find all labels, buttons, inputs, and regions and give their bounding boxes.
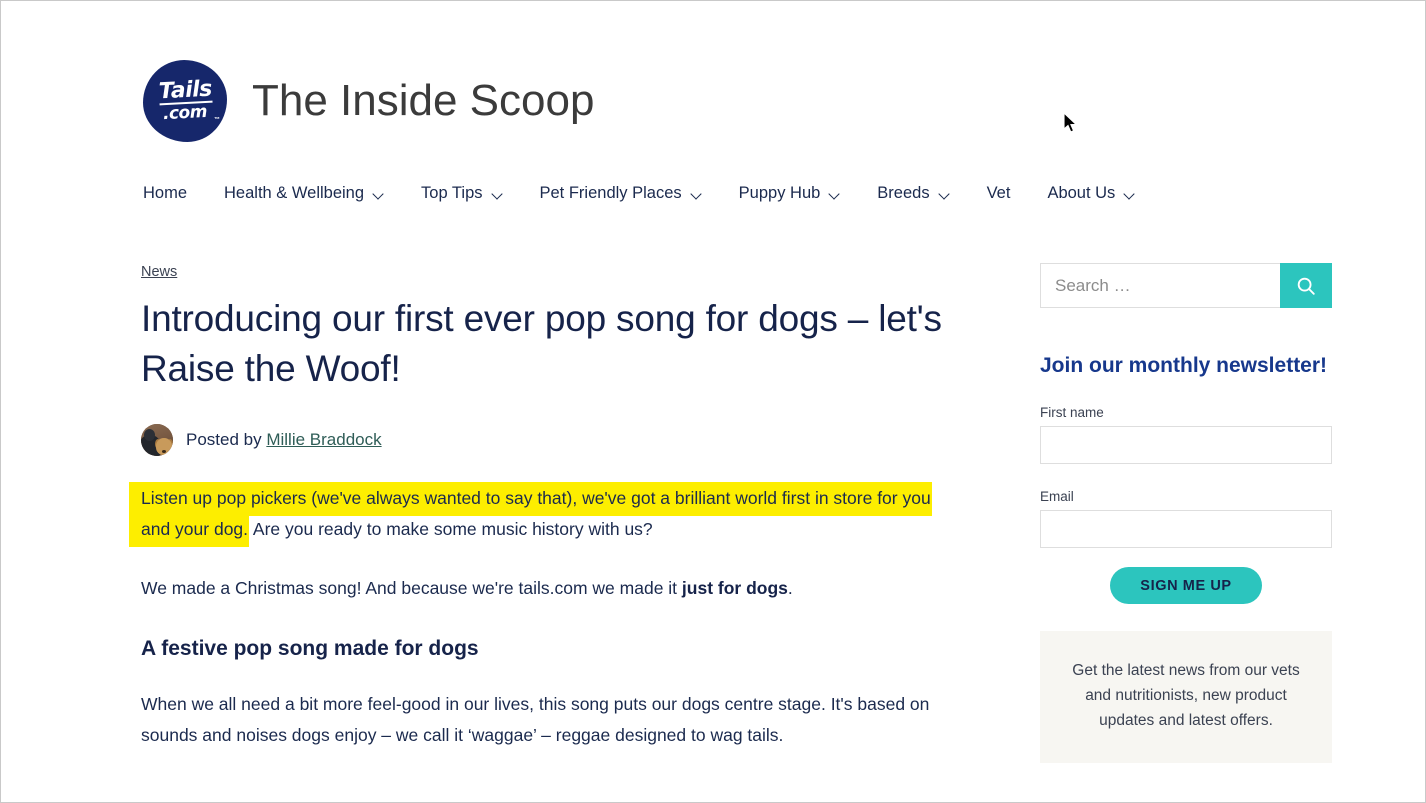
posted-by-label: Posted by: [186, 430, 262, 449]
chevron-down-icon: [691, 189, 702, 200]
site-header: Tails .com ™ The Inside Scoop: [0, 0, 1426, 142]
paragraph-3: When we all need a bit more feel-good in…: [141, 694, 930, 745]
nav-label: Health & Wellbeing: [224, 184, 365, 202]
tails-com-logo[interactable]: Tails .com ™: [143, 60, 227, 142]
chevron-down-icon: [939, 189, 950, 200]
nav-item-about-us[interactable]: About Us: [1047, 184, 1135, 203]
newsletter-info-box: Get the latest news from our vets and nu…: [1040, 631, 1332, 763]
paragraph-2: We made a Christmas song! And because we…: [141, 573, 953, 604]
chevron-down-icon: [492, 189, 503, 200]
search-button[interactable]: [1280, 263, 1332, 308]
nav-label: Top Tips: [421, 184, 483, 202]
paragraph-2-tail: .: [787, 578, 793, 598]
lede-paragraph: Listen up pop pickers (we've always want…: [129, 482, 953, 547]
nav-item-pet-friendly-places[interactable]: Pet Friendly Places: [540, 184, 702, 203]
nav-label: Pet Friendly Places: [539, 184, 682, 202]
chevron-down-icon: [829, 189, 840, 200]
nav-item-puppy-hub[interactable]: Puppy Hub: [739, 184, 841, 203]
nav-item-health-and-wellbeing[interactable]: Health & Wellbeing: [224, 184, 384, 203]
nav-label: Vet: [986, 184, 1011, 202]
chevron-down-icon: [1124, 189, 1135, 200]
avatar-person-head: [144, 429, 155, 441]
nav-label: Breeds: [877, 184, 930, 202]
nav-item-vet[interactable]: Vet: [987, 184, 1011, 203]
author-link[interactable]: Millie Braddock: [266, 430, 381, 449]
email-label: Email: [1040, 489, 1074, 504]
nav-item-home[interactable]: Home: [143, 184, 187, 203]
sidebar: Join our monthly newsletter! First name …: [1040, 263, 1332, 763]
search-input[interactable]: [1040, 263, 1280, 308]
nav-label: Home: [143, 184, 188, 202]
chevron-down-icon: [373, 189, 384, 200]
nav-label: About Us: [1047, 184, 1116, 202]
avatar: [141, 424, 173, 456]
first-name-field[interactable]: [1040, 426, 1332, 464]
section-heading: A festive pop song made for dogs: [141, 637, 479, 660]
lede-rest: Are you ready to make some music history…: [249, 519, 653, 539]
newsletter-heading: Join our monthly newsletter!: [1040, 354, 1328, 377]
logo-text-com: .com: [162, 101, 208, 125]
main-navigation: Home Health & Wellbeing Top Tips Pet Fri…: [0, 184, 1426, 203]
byline-text: Posted by Millie Braddock: [186, 430, 382, 450]
email-field[interactable]: [1040, 510, 1332, 548]
first-name-label: First name: [1040, 405, 1104, 420]
nav-label: Puppy Hub: [738, 184, 821, 202]
paragraph-2-bold: just for dogs: [681, 578, 788, 598]
paragraph-2-lead: We made a Christmas song! And because we…: [141, 578, 682, 598]
content-wrapper: News Introducing our first ever pop song…: [0, 263, 1426, 763]
article: News Introducing our first ever pop song…: [129, 263, 963, 763]
sign-me-up-button[interactable]: SIGN ME UP: [1110, 567, 1262, 604]
trademark-icon: ™: [214, 117, 220, 123]
avatar-dog-nose: [162, 450, 166, 453]
page-root: Tails .com ™ The Inside Scoop Home Healt…: [0, 0, 1426, 803]
search-icon: [1297, 277, 1315, 295]
byline: Posted by Millie Braddock: [141, 424, 963, 456]
nav-item-breeds[interactable]: Breeds: [877, 184, 949, 203]
search-widget: [1040, 263, 1332, 308]
signup-button-wrapper: SIGN ME UP: [1040, 567, 1332, 604]
nav-item-top-tips[interactable]: Top Tips: [421, 184, 502, 203]
category-link-news[interactable]: News: [141, 264, 177, 280]
site-title: The Inside Scoop: [252, 76, 595, 125]
page-title: Introducing our first ever pop song for …: [141, 298, 942, 389]
